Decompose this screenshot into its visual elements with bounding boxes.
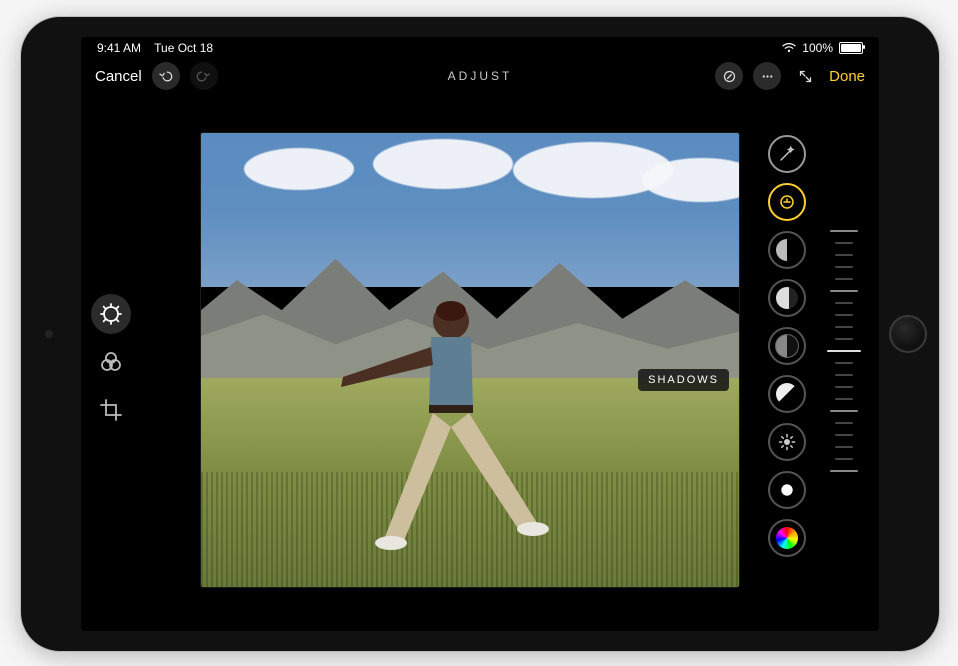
adjust-brightness[interactable] bbox=[768, 423, 806, 461]
markup-icon bbox=[722, 69, 737, 84]
wifi-icon bbox=[782, 43, 796, 53]
ellipsis-icon bbox=[760, 69, 775, 84]
status-right: 100% bbox=[782, 41, 863, 55]
battery-icon bbox=[839, 42, 863, 54]
adjust-shadows[interactable] bbox=[768, 327, 806, 365]
photo-subject bbox=[323, 287, 573, 587]
mode-adjust-button[interactable] bbox=[91, 294, 131, 334]
more-button[interactable] bbox=[753, 62, 781, 90]
editor-nav-bar: ADJUST Cancel bbox=[81, 59, 879, 93]
redo-icon bbox=[196, 69, 211, 84]
redo-button[interactable] bbox=[190, 62, 218, 90]
slider-center-tick bbox=[827, 350, 861, 352]
adjust-exposure[interactable] bbox=[768, 183, 806, 221]
adjust-auto[interactable] bbox=[768, 135, 806, 173]
adjust-saturation[interactable] bbox=[768, 519, 806, 557]
fullscreen-button[interactable] bbox=[791, 62, 819, 90]
adjustment-tools-column bbox=[765, 135, 809, 601]
cancel-button[interactable]: Cancel bbox=[95, 68, 142, 85]
adjustment-slider[interactable] bbox=[821, 225, 867, 511]
battery-percent: 100% bbox=[802, 41, 833, 55]
adjust-dial-icon bbox=[99, 302, 123, 326]
ipad-device-frame: 9:41 AM Tue Oct 18 100% ADJUST bbox=[20, 16, 940, 652]
screen: 9:41 AM Tue Oct 18 100% ADJUST bbox=[81, 37, 879, 631]
done-button[interactable]: Done bbox=[829, 68, 865, 85]
magic-wand-icon bbox=[778, 145, 796, 163]
crop-icon bbox=[99, 398, 123, 422]
filters-icon bbox=[99, 350, 123, 374]
mode-crop-button[interactable] bbox=[91, 390, 131, 430]
adjustment-sidebar bbox=[757, 135, 867, 601]
status-date: Tue Oct 18 bbox=[154, 41, 213, 55]
status-left: 9:41 AM Tue Oct 18 bbox=[97, 41, 213, 55]
front-camera bbox=[45, 330, 53, 338]
edit-mode-rail bbox=[91, 294, 131, 430]
exposure-icon bbox=[778, 193, 796, 211]
photo-canvas[interactable]: SHADOWS bbox=[201, 133, 739, 587]
expand-icon bbox=[798, 69, 813, 84]
undo-button[interactable] bbox=[152, 62, 180, 90]
adjust-brilliance[interactable] bbox=[768, 231, 806, 269]
adjust-black-point[interactable] bbox=[768, 471, 806, 509]
markup-button[interactable] bbox=[715, 62, 743, 90]
editor-area: SHADOWS bbox=[81, 93, 879, 631]
brightness-icon bbox=[778, 433, 796, 451]
photo: SHADOWS bbox=[201, 133, 739, 587]
adjust-highlights[interactable] bbox=[768, 279, 806, 317]
mode-filters-button[interactable] bbox=[91, 342, 131, 382]
status-bar: 9:41 AM Tue Oct 18 100% bbox=[81, 37, 879, 59]
adjust-contrast[interactable] bbox=[768, 375, 806, 413]
undo-icon bbox=[158, 69, 173, 84]
status-time: 9:41 AM bbox=[97, 41, 141, 55]
home-button[interactable] bbox=[889, 315, 927, 353]
adjustment-name-badge: SHADOWS bbox=[638, 369, 729, 391]
